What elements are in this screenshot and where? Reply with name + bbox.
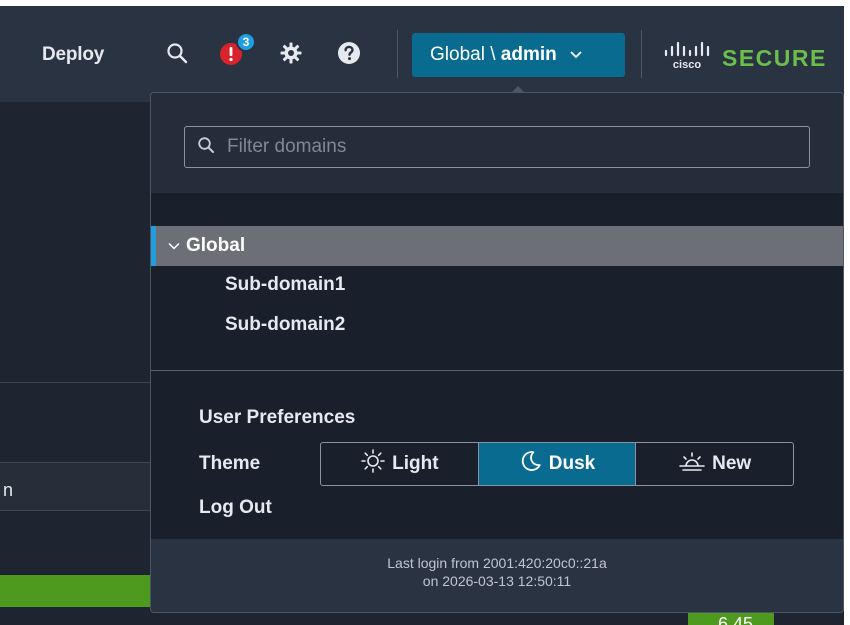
domain-dropdown-panel: Global Sub-domain1 Sub-domain2 User Pref…: [150, 92, 844, 613]
logout-link[interactable]: Log Out: [199, 497, 272, 519]
help-icon[interactable]: [336, 40, 362, 66]
theme-option-dusk[interactable]: Dusk: [477, 443, 636, 485]
header-divider: [397, 30, 398, 78]
brand-secure-text: SECURE: [722, 45, 827, 71]
bg-green-bar: [0, 575, 150, 607]
bg-divider: [0, 462, 150, 463]
deploy-button[interactable]: Deploy: [42, 44, 104, 66]
top-header: Deploy 3 Global \ admin cisco SECURE: [0, 6, 844, 102]
tree-item-global[interactable]: Global: [151, 226, 843, 266]
notification-badge: 3: [236, 32, 256, 52]
sun-icon: [360, 448, 392, 480]
domain-prefix: Global \: [430, 44, 501, 65]
filter-section: [151, 93, 843, 193]
tree-item-subdomain2[interactable]: Sub-domain2: [225, 314, 345, 336]
theme-option-light[interactable]: Light: [321, 443, 478, 485]
theme-option-label: New: [712, 453, 752, 474]
cisco-wordmark: cisco: [673, 59, 701, 71]
last-login-line1: Last login from 2001:420:20c0::21a: [387, 555, 607, 571]
filter-domains-input[interactable]: [225, 135, 789, 159]
theme-option-new[interactable]: New: [635, 443, 793, 485]
header-divider: [641, 30, 642, 78]
theme-option-label: Dusk: [548, 453, 596, 474]
domain-user: admin: [500, 44, 557, 65]
theme-option-label: Light: [392, 453, 439, 474]
last-login-line2: on 2026-03-13 12:50:11: [422, 573, 572, 589]
filter-domains-box[interactable]: [184, 126, 810, 168]
cisco-logo: cisco: [662, 40, 714, 77]
selected-accent: [151, 226, 156, 266]
chevron-down-icon: [569, 50, 583, 60]
moon-icon: [519, 449, 549, 479]
gear-icon[interactable]: [278, 40, 304, 66]
search-icon[interactable]: [164, 40, 190, 66]
search-icon: [197, 136, 215, 159]
tree-item-label: Global: [186, 235, 246, 256]
bg-table-row: [0, 462, 150, 510]
app-window: n 6.45 Deploy 3 Global \ admin cisco SEC…: [0, 6, 844, 625]
bg-partial-text: n: [3, 480, 14, 500]
theme-label: Theme: [199, 453, 261, 474]
tree-item-subdomain1[interactable]: Sub-domain1: [225, 274, 345, 296]
domain-selector-button[interactable]: Global \ admin: [412, 33, 625, 77]
user-preferences-link[interactable]: User Preferences: [199, 407, 355, 429]
bg-divider: [0, 382, 150, 383]
last-login-footer: Last login from 2001:420:20c0::21a on 20…: [151, 539, 843, 612]
bg-green-value: 6.45: [688, 611, 774, 625]
chevron-down-icon[interactable]: [168, 242, 180, 250]
bg-divider: [0, 510, 150, 511]
sunrise-icon: [678, 449, 712, 479]
theme-toggle-group: Light Dusk New: [320, 442, 794, 486]
panel-divider: [151, 370, 843, 371]
